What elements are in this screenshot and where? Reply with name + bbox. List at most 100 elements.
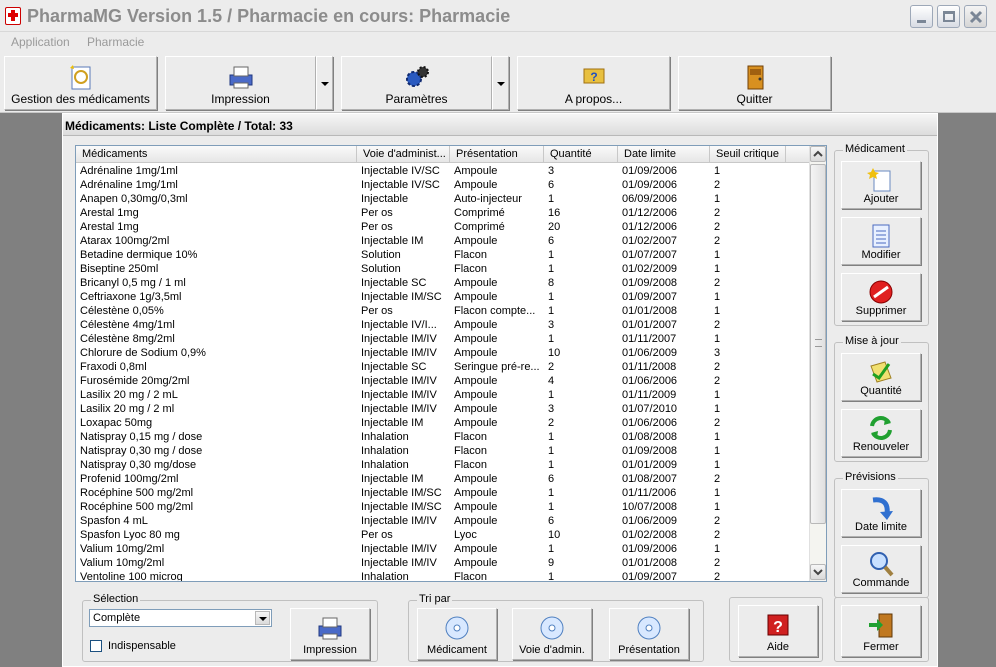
table-cell: Ampoule (454, 277, 498, 289)
table-row[interactable]: Ceftriaxone 1g/3,5ml Injectable IM/SC Ampo… (76, 290, 809, 304)
renouveler-button[interactable]: Renouveler (841, 409, 921, 457)
gestion-medicaments-button[interactable]: Gestion des médicaments (4, 56, 157, 110)
impression-button[interactable]: Impression (165, 56, 316, 110)
supprimer-button[interactable]: Supprimer (841, 273, 921, 321)
list-header: Médicaments Voie d'administ... Présentat… (76, 146, 809, 163)
table-cell: Injectable IM/IV (361, 347, 437, 359)
sort-medicament-label: Médicament (427, 644, 487, 656)
table-row[interactable]: Betadine dermique 10% Solution Flacon 1 01/0… (76, 248, 809, 262)
table-cell: 20 (548, 221, 561, 233)
selection-combobox[interactable]: Complète (89, 609, 272, 627)
parametres-dropdown-arrow[interactable] (492, 56, 509, 110)
table-row[interactable]: Profenid 100mg/2ml Injectable IM Ampoule 6 0… (76, 472, 809, 486)
print-selection-button[interactable]: Impression (290, 608, 370, 660)
group-maj-label: Mise à jour (843, 335, 901, 347)
quitter-button[interactable]: Quitter (678, 56, 831, 110)
table-row[interactable]: Bricanyl 0,5 mg / 1 ml Injectable SC Ampou… (76, 276, 809, 290)
table-row[interactable]: Atarax 100mg/2ml Injectable IM Ampoule 6 01/… (76, 234, 809, 248)
table-row[interactable]: Anapen 0,30mg/0,3ml Injectable Auto-inject… (76, 192, 809, 206)
minimize-button[interactable] (910, 5, 933, 28)
table-row[interactable]: Ventoline 100 microg Inhalation Flacon 1 01/… (76, 570, 809, 581)
col-seuil[interactable]: Seuil critique (710, 146, 786, 163)
table-cell: Natispray 0,30 mg/dose (80, 459, 197, 471)
table-cell: Natispray 0,15 mg / dose (80, 431, 203, 443)
table-cell: 4 (548, 375, 555, 387)
table-cell: 1 (548, 445, 555, 457)
col-quantite[interactable]: Quantité (544, 146, 618, 163)
table-cell: Célestène 4mg/1ml (80, 319, 175, 331)
table-cell: Injectable IM (361, 473, 424, 485)
sort-voie-button[interactable]: Voie d'admin. (512, 608, 592, 660)
table-cell: 01/01/2009 (622, 459, 678, 471)
col-date-limite[interactable]: Date limite (618, 146, 710, 163)
combo-dropdown-button[interactable] (255, 611, 270, 625)
modifier-button[interactable]: Modifier (841, 217, 921, 265)
table-row[interactable]: Adrénaline 1mg/1ml Injectable IV/SC Ampoul… (76, 178, 809, 192)
commande-button[interactable]: Commande (841, 545, 921, 593)
scroll-down-button[interactable] (810, 564, 826, 580)
date-limite-button[interactable]: Date limite (841, 489, 921, 537)
fermer-label: Fermer (863, 641, 899, 653)
parametres-button[interactable]: Paramètres (341, 56, 492, 110)
table-row[interactable]: Natispray 0,30 mg / dose Inhalation Flacon… (76, 444, 809, 458)
table-cell: 01/08/2008 (622, 431, 678, 443)
table-cell: Bricanyl 0,5 mg / 1 ml (80, 277, 186, 289)
close-button[interactable] (964, 5, 987, 28)
table-cell: Injectable IM/SC (361, 501, 442, 513)
medicaments-list[interactable]: Médicaments Voie d'administ... Présentat… (75, 145, 827, 582)
table-row[interactable]: Biseptine 250ml Solution Flacon 1 01/02/2009… (76, 262, 809, 276)
table-row[interactable]: Furosémide 20mg/2ml Injectable IM/IV Ampou… (76, 374, 809, 388)
maximize-button[interactable] (937, 5, 960, 28)
table-row[interactable]: Spasfon Lyoc 80 mg Per os Lyoc 10 01/02/2008… (76, 528, 809, 542)
quantite-label: Quantité (860, 385, 902, 397)
table-row[interactable]: Célestène 4mg/1ml Injectable IV/I... Ampou… (76, 318, 809, 332)
table-cell: 1 (548, 333, 555, 345)
table-row[interactable]: Lasilix 20 mg / 2 ml Injectable IM/IV Ampo… (76, 402, 809, 416)
apropos-button[interactable]: ? A propos... (517, 56, 670, 110)
scroll-up-button[interactable] (810, 146, 826, 162)
table-row[interactable]: Loxapac 50mg Injectable IM Ampoule 2 01/06/2… (76, 416, 809, 430)
sort-presentation-button[interactable]: Présentation (609, 608, 689, 660)
table-cell: 01/11/2009 (622, 389, 677, 401)
quantite-button[interactable]: Quantité (841, 353, 921, 401)
table-cell: 01/09/2007 (622, 291, 678, 303)
fermer-button[interactable]: Fermer (841, 605, 921, 657)
ajouter-button[interactable]: Ajouter (841, 161, 921, 209)
table-row[interactable]: Chlorure de Sodium 0,9% Injectable IM/IV A… (76, 346, 809, 360)
table-row[interactable]: Célestène 8mg/2ml Injectable IM/IV Ampoule… (76, 332, 809, 346)
table-cell: Spasfon Lyoc 80 mg (80, 529, 180, 541)
col-presentation[interactable]: Présentation (450, 146, 544, 163)
table-row[interactable]: Natispray 0,15 mg / dose Inhalation Flacon… (76, 430, 809, 444)
menu-application[interactable]: Application (11, 35, 70, 49)
sort-medicament-button[interactable]: Médicament (417, 608, 497, 660)
table-row[interactable]: Valium 10mg/2ml Injectable IM/IV Ampoule 1 0… (76, 542, 809, 556)
table-row[interactable]: Fraxodi 0,8ml Injectable SC Seringue pré-r… (76, 360, 809, 374)
table-row[interactable]: Adrénaline 1mg/1ml Injectable IV/SC Ampoul… (76, 164, 809, 178)
table-cell: Adrénaline 1mg/1ml (80, 179, 178, 191)
table-row[interactable]: Natispray 0,30 mg/dose Inhalation Flacon 1 0… (76, 458, 809, 472)
table-row[interactable]: Spasfon 4 mL Injectable IM/IV Ampoule 6 01/0… (76, 514, 809, 528)
aide-button[interactable]: ? Aide (738, 605, 818, 657)
col-voie[interactable]: Voie d'administ... (357, 146, 450, 163)
group-medicament-label: Médicament (843, 143, 907, 155)
table-cell: Seringue pré-re... (454, 361, 540, 373)
table-row[interactable]: Arestal 1mg Per os Comprimé 16 01/12/2006 2 (76, 206, 809, 220)
table-row[interactable]: Valium 10mg/2ml Injectable IM/IV Ampoule 9 0… (76, 556, 809, 570)
indispensable-checkbox[interactable] (90, 640, 102, 652)
vertical-scrollbar[interactable] (809, 146, 826, 581)
scroll-thumb[interactable] (810, 164, 826, 524)
table-cell: Célestène 8mg/2ml (80, 333, 175, 345)
indispensable-label: Indispensable (108, 640, 176, 652)
table-cell: 1 (714, 263, 721, 275)
medication-list-icon (69, 65, 90, 90)
table-cell: Ampoule (454, 501, 498, 513)
table-row[interactable]: Rocéphine 500 mg/2ml Injectable IM/SC Ampo… (76, 500, 809, 514)
table-row[interactable]: Arestal 1mg Per os Comprimé 20 01/12/2006 2 (76, 220, 809, 234)
table-row[interactable]: Lasilix 20 mg / 2 mL Injectable IM/IV Ampo… (76, 388, 809, 402)
impression-dropdown-arrow[interactable] (316, 56, 333, 110)
table-row[interactable]: Rocéphine 500 mg/2ml Injectable IM/SC Ampo… (76, 486, 809, 500)
menu-pharmacie[interactable]: Pharmacie (87, 35, 144, 49)
table-row[interactable]: Célestène 0,05% Per os Flacon compte... 1 01… (76, 304, 809, 318)
table-cell: Profenid 100mg/2ml (80, 473, 179, 485)
col-medicaments[interactable]: Médicaments (76, 146, 357, 163)
